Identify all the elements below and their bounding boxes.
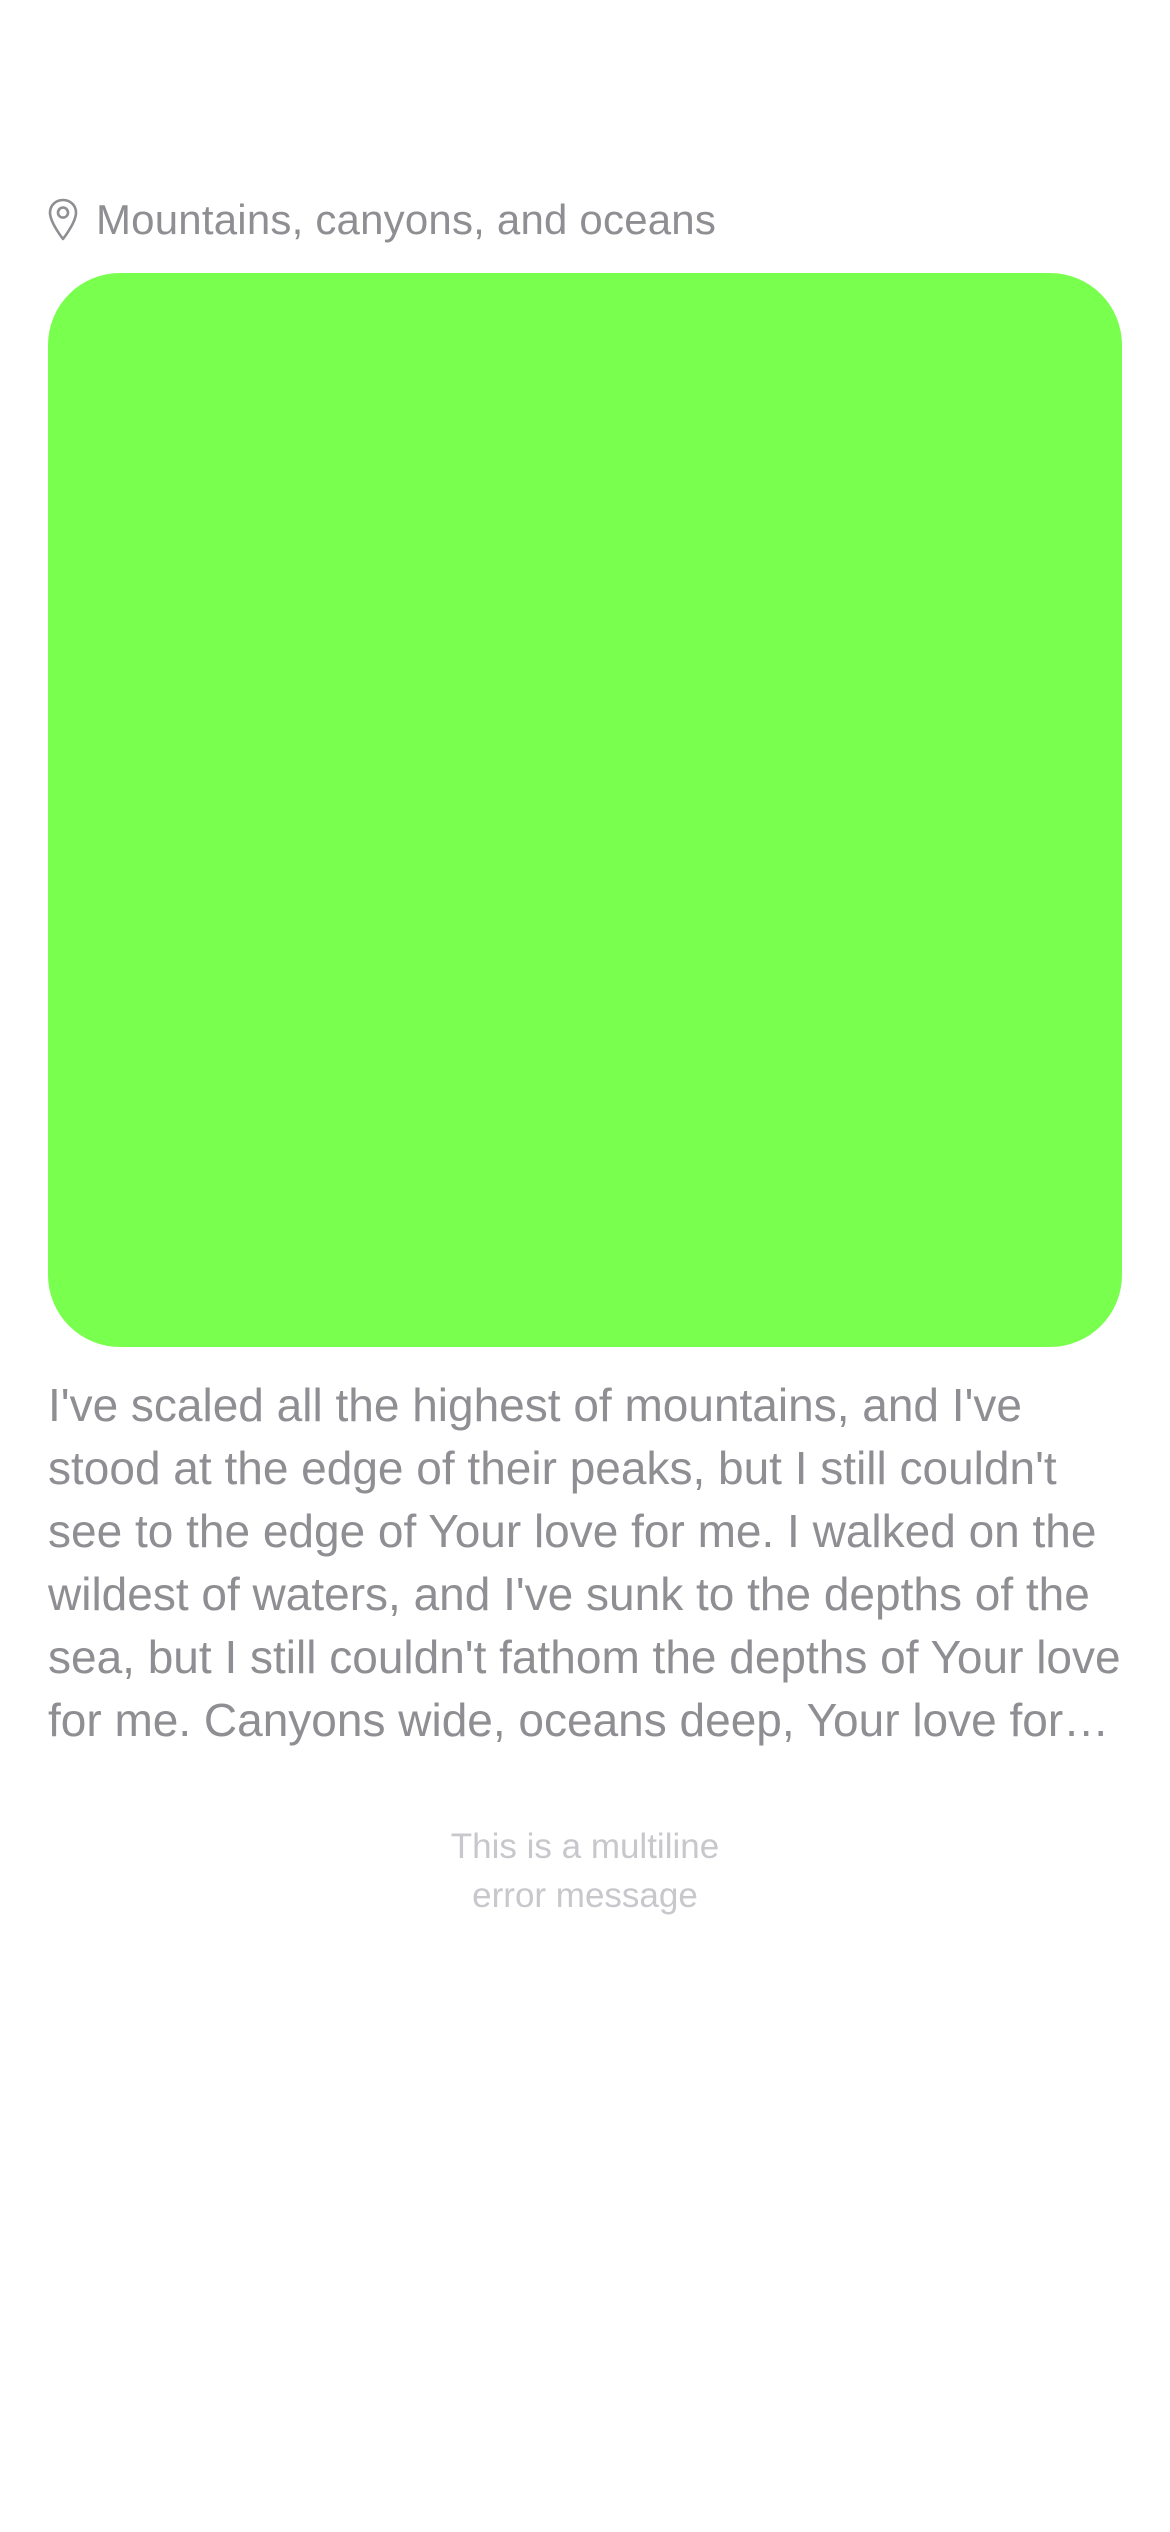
error-message-line-1: This is a multiline xyxy=(450,1827,720,1866)
screen: Mountains, canyons, and oceans I've scal… xyxy=(0,0,1170,2532)
location-pin-icon xyxy=(48,198,78,242)
location-label: Mountains, canyons, and oceans xyxy=(96,196,717,243)
location-row[interactable]: Mountains, canyons, and oceans xyxy=(48,190,716,250)
media-image[interactable] xyxy=(48,273,1122,1347)
post-body-text: I've scaled all the highest of mountains… xyxy=(48,1379,1121,1746)
error-message-line-2: error message xyxy=(472,1876,698,1915)
error-message: This is a multiline error message xyxy=(0,1822,1170,1920)
